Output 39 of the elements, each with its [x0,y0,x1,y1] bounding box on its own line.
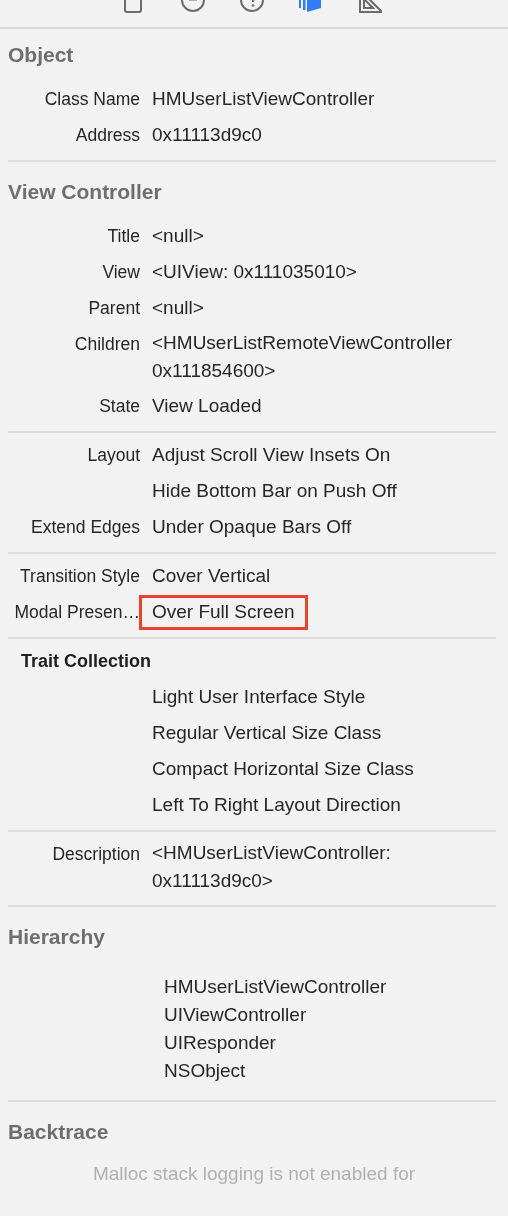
field-label: Extend Edges [31,517,140,537]
subsection-heading: Trait Collection [20,650,153,673]
field-value: 0x11113d9c0 [151,123,263,147]
field-value: View Loaded [151,394,263,418]
field-value: Over Full Screen [139,595,308,630]
field-value: Light User Interface Style [151,685,367,709]
class-name: UIResponder [164,1032,276,1053]
field-label: Layout [87,445,140,465]
field-value: <null> [151,224,205,248]
field-label: Transition Style [20,566,140,586]
section-heading: Backtrace [7,1119,110,1145]
class-name: HMUserListViewController [164,976,387,997]
field-value: Cover Vertical [151,564,272,588]
field-label: View [102,262,140,282]
field-value: <HMUserListRemoteViewController 0x111854600> [151,331,454,383]
section-heading: Object [7,42,75,68]
field-label: Parent [88,298,140,318]
field-value: HMUserListViewController [151,87,376,111]
field-label: State [99,396,140,416]
field-value: Left To Right Layout Direction [151,793,402,817]
field-label: Class Name [44,89,140,109]
field-value: Compact Horizontal Size Class [151,757,415,781]
section-heading: View Controller [7,179,163,205]
class-name: UIViewController [164,1004,307,1025]
field-label: Description [52,844,140,864]
field-label: Children [74,334,140,354]
field-value: Under Opaque Bars Off [151,515,353,539]
class-name: NSObject [164,1060,246,1081]
field-label: Modal Presen… [14,602,140,622]
field-value: Hide Bottom Bar on Push Off [151,479,398,503]
field-value: Adjust Scroll View Insets On [151,443,392,467]
section-heading: Hierarchy [7,924,106,950]
field-value: <HMUserListViewController: 0x11113d9c0> [151,841,392,893]
field-value: <null> [151,296,205,320]
field-label: Title [107,226,140,246]
field-label: Address [75,125,140,145]
info-message: Malloc stack logging is not enabled for [92,1163,416,1184]
field-value: Regular Vertical Size Class [151,721,383,745]
field-value: <UIView: 0x111035010> [151,260,358,284]
